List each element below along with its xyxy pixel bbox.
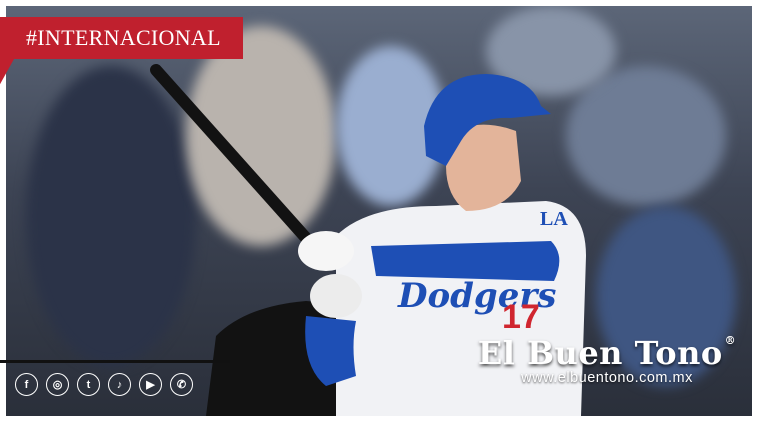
watermark: El Buen Tono ® www.elbuentono.com.mx (476, 334, 738, 386)
jersey-number: 17 (502, 298, 540, 336)
category-tag[interactable]: #INTERNACIONAL (0, 17, 243, 59)
tiktok-icon[interactable]: ♪ (108, 373, 131, 396)
watermark-name: El Buen Tono (477, 334, 723, 372)
watermark-url: www.elbuentono.com.mx (521, 370, 693, 386)
registered-mark: ® (724, 334, 737, 347)
whatsapp-icon[interactable]: ✆ (170, 373, 193, 396)
twitter-icon[interactable]: t (77, 373, 100, 396)
facebook-icon[interactable]: f (15, 373, 38, 396)
divider-line (0, 360, 230, 363)
category-tag-label: #INTERNACIONAL (26, 25, 221, 50)
social-links: f ◎ t ♪ ▶ ✆ (15, 373, 193, 396)
youtube-icon[interactable]: ▶ (139, 373, 162, 396)
sleeve-logo: LA (540, 208, 568, 230)
category-tag-tail (0, 59, 14, 95)
instagram-icon[interactable]: ◎ (46, 373, 69, 396)
